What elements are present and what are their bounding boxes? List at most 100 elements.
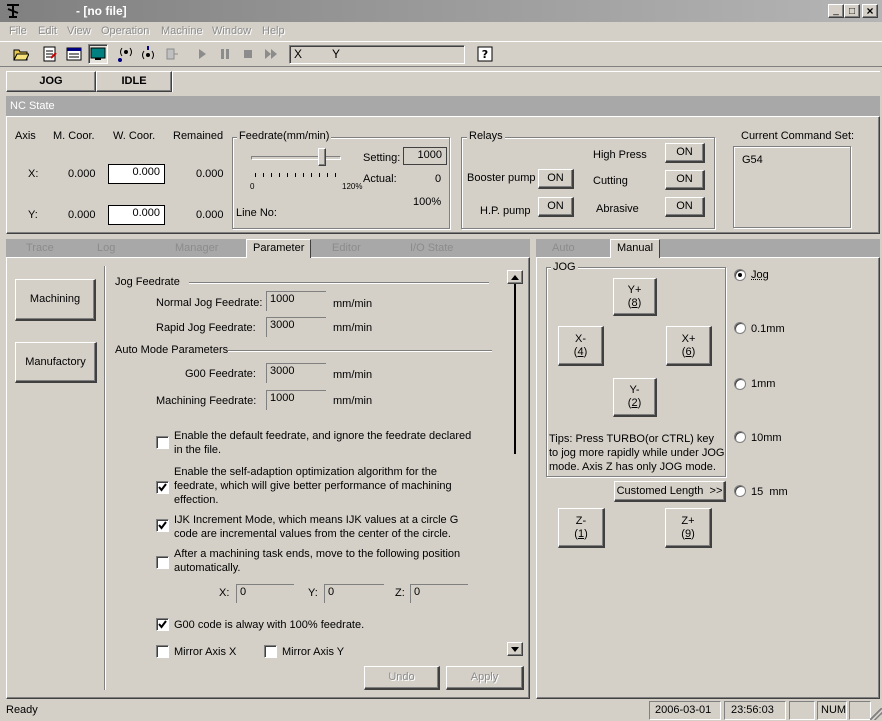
tab-manual[interactable]: Manual [610, 239, 661, 258]
step-disabled-icon[interactable] [162, 44, 182, 64]
mirror-x-checkbox[interactable] [156, 645, 169, 658]
normal-jog-feedrate-input[interactable]: 1000 [266, 291, 326, 311]
list-view-icon[interactable] [64, 44, 84, 64]
step-10mm-radio[interactable] [734, 431, 746, 443]
pos-y-input[interactable]: 0 [324, 584, 384, 603]
document-edit-icon[interactable] [40, 44, 60, 64]
y-machine-coord: 0.000 [68, 209, 96, 221]
line-no-label: Line No: [236, 207, 277, 219]
menu-edit[interactable]: Edit [38, 25, 57, 37]
help-icon[interactable]: ? [475, 44, 495, 64]
app-icon[interactable] [5, 3, 21, 19]
open-folder-icon[interactable] [11, 44, 31, 64]
rapid-jog-unit: mm/min [333, 322, 373, 334]
machining-side-button[interactable]: Machining [15, 279, 96, 321]
z-minus-button[interactable]: Z- (1) [558, 508, 605, 548]
relays-title: Relays [467, 130, 505, 142]
step-1mm-label: 1mm [751, 378, 776, 390]
manufactory-side-button[interactable]: Manufactory [15, 342, 97, 383]
ijk-mode-checkbox[interactable] [156, 519, 169, 532]
jog-tips: Tips: Press TURBO(or CTRL) key to jog mo… [549, 433, 725, 473]
menu-view[interactable]: View [67, 25, 91, 37]
menu-operation[interactable]: Operation [101, 25, 149, 37]
scroll-up-button[interactable] [507, 270, 523, 284]
coordinate-display: X Y [289, 45, 465, 64]
feedrate-setting-value[interactable]: 1000 [403, 147, 447, 165]
menu-window[interactable]: Window [212, 25, 251, 37]
minimize-button[interactable]: _ [828, 4, 844, 18]
resize-grip-icon[interactable] [870, 708, 882, 720]
x-plus-button[interactable]: X+ (6) [666, 326, 712, 366]
customed-length-button[interactable]: Customed Length >> [614, 481, 726, 502]
maximize-icon: □ [848, 5, 856, 17]
high-press-button[interactable]: ON [665, 143, 705, 163]
abrasive-button[interactable]: ON [665, 197, 705, 217]
feedrate-slider-thumb[interactable] [318, 148, 327, 166]
tab-trace[interactable]: Trace [20, 240, 60, 257]
minimize-icon: _ [833, 5, 839, 16]
machining-feedrate-label: Machining Feedrate: [156, 395, 257, 407]
step-1mm-radio[interactable] [734, 378, 746, 390]
step-forward-icon[interactable] [261, 44, 281, 64]
close-button[interactable]: × [862, 4, 878, 18]
g00-feedrate-input[interactable]: 3000 [266, 363, 326, 383]
pos-x-input[interactable]: 0 [236, 584, 294, 603]
menu-bar: File Edit View Operation Machine Window … [0, 22, 882, 40]
tab-manager[interactable]: Manager [169, 240, 224, 257]
x-remained: 0.000 [196, 168, 224, 180]
pos-z-input[interactable]: 0 [410, 584, 468, 603]
y-plus-button[interactable]: Y+ (8) [613, 278, 657, 316]
mode-jog-label: JOG [39, 75, 63, 87]
status-time: 23:56:03 [731, 704, 774, 716]
g00-full-checkbox[interactable] [156, 618, 169, 631]
close-icon: × [866, 3, 874, 18]
arrow-down-icon [511, 646, 519, 652]
status-bar: Ready 2006-03-01 23:56:03 NUM [0, 700, 882, 721]
pause-icon[interactable] [215, 44, 235, 64]
x-machine-coord: 0.000 [68, 168, 96, 180]
tab-auto[interactable]: Auto [546, 240, 581, 257]
maximize-button[interactable]: □ [844, 4, 860, 18]
monitor-view-icon[interactable] [88, 44, 108, 64]
step-0-1mm-label: 0.1mm [751, 323, 785, 335]
signal-icon[interactable] [116, 44, 136, 64]
y-remained: 0.000 [196, 209, 224, 221]
tab-editor[interactable]: Editor [326, 240, 367, 257]
hp-pump-button[interactable]: ON [538, 197, 574, 217]
scroll-track[interactable] [514, 284, 516, 454]
z-plus-button[interactable]: Z+ (9) [665, 508, 712, 548]
undo-button[interactable]: Undo [364, 666, 440, 690]
step-custom-radio[interactable] [734, 485, 746, 497]
cutting-button[interactable]: ON [665, 170, 705, 190]
feedrate-setting-label: Setting: [363, 152, 401, 164]
booster-pump-button[interactable]: ON [538, 169, 574, 189]
rapid-jog-feedrate-input[interactable]: 3000 [266, 317, 326, 337]
mirror-y-checkbox[interactable] [264, 645, 277, 658]
default-feedrate-checkbox[interactable] [156, 436, 169, 449]
signal-down-icon[interactable] [138, 44, 158, 64]
step-jog-radio[interactable] [734, 269, 746, 281]
tab-parameter[interactable]: Parameter [246, 239, 312, 258]
menu-help[interactable]: Help [262, 25, 285, 37]
command-set-title: Current Command Set: [741, 130, 855, 142]
menu-machine[interactable]: Machine [161, 25, 203, 37]
apply-button[interactable]: Apply [446, 666, 524, 690]
right-panel: JOG Y+ (8) X- (4) X+ (6) Y- (2) Tips: Pr… [536, 257, 880, 699]
x-minus-button[interactable]: X- (4) [558, 326, 604, 366]
mode-idle-tab[interactable]: IDLE [96, 71, 172, 92]
mirror-y-text: Mirror Axis Y [282, 646, 345, 658]
mode-jog-tab[interactable]: JOG [6, 71, 96, 92]
stop-icon[interactable] [238, 44, 258, 64]
scroll-down-button[interactable] [507, 642, 523, 656]
move-after-checkbox[interactable] [156, 556, 169, 569]
play-icon[interactable] [192, 44, 212, 64]
normal-jog-feedrate-label: Normal Jog Feedrate: [156, 297, 263, 309]
menu-file[interactable]: File [9, 25, 27, 37]
y-minus-button[interactable]: Y- (2) [613, 378, 657, 417]
tab-io-state[interactable]: I/O State [404, 240, 459, 257]
machining-feedrate-input[interactable]: 1000 [266, 390, 326, 410]
step-0-1mm-radio[interactable] [734, 322, 746, 334]
tab-log[interactable]: Log [91, 240, 121, 257]
booster-pump-label: Booster pump [467, 172, 536, 184]
self-adaption-checkbox[interactable] [156, 481, 169, 494]
